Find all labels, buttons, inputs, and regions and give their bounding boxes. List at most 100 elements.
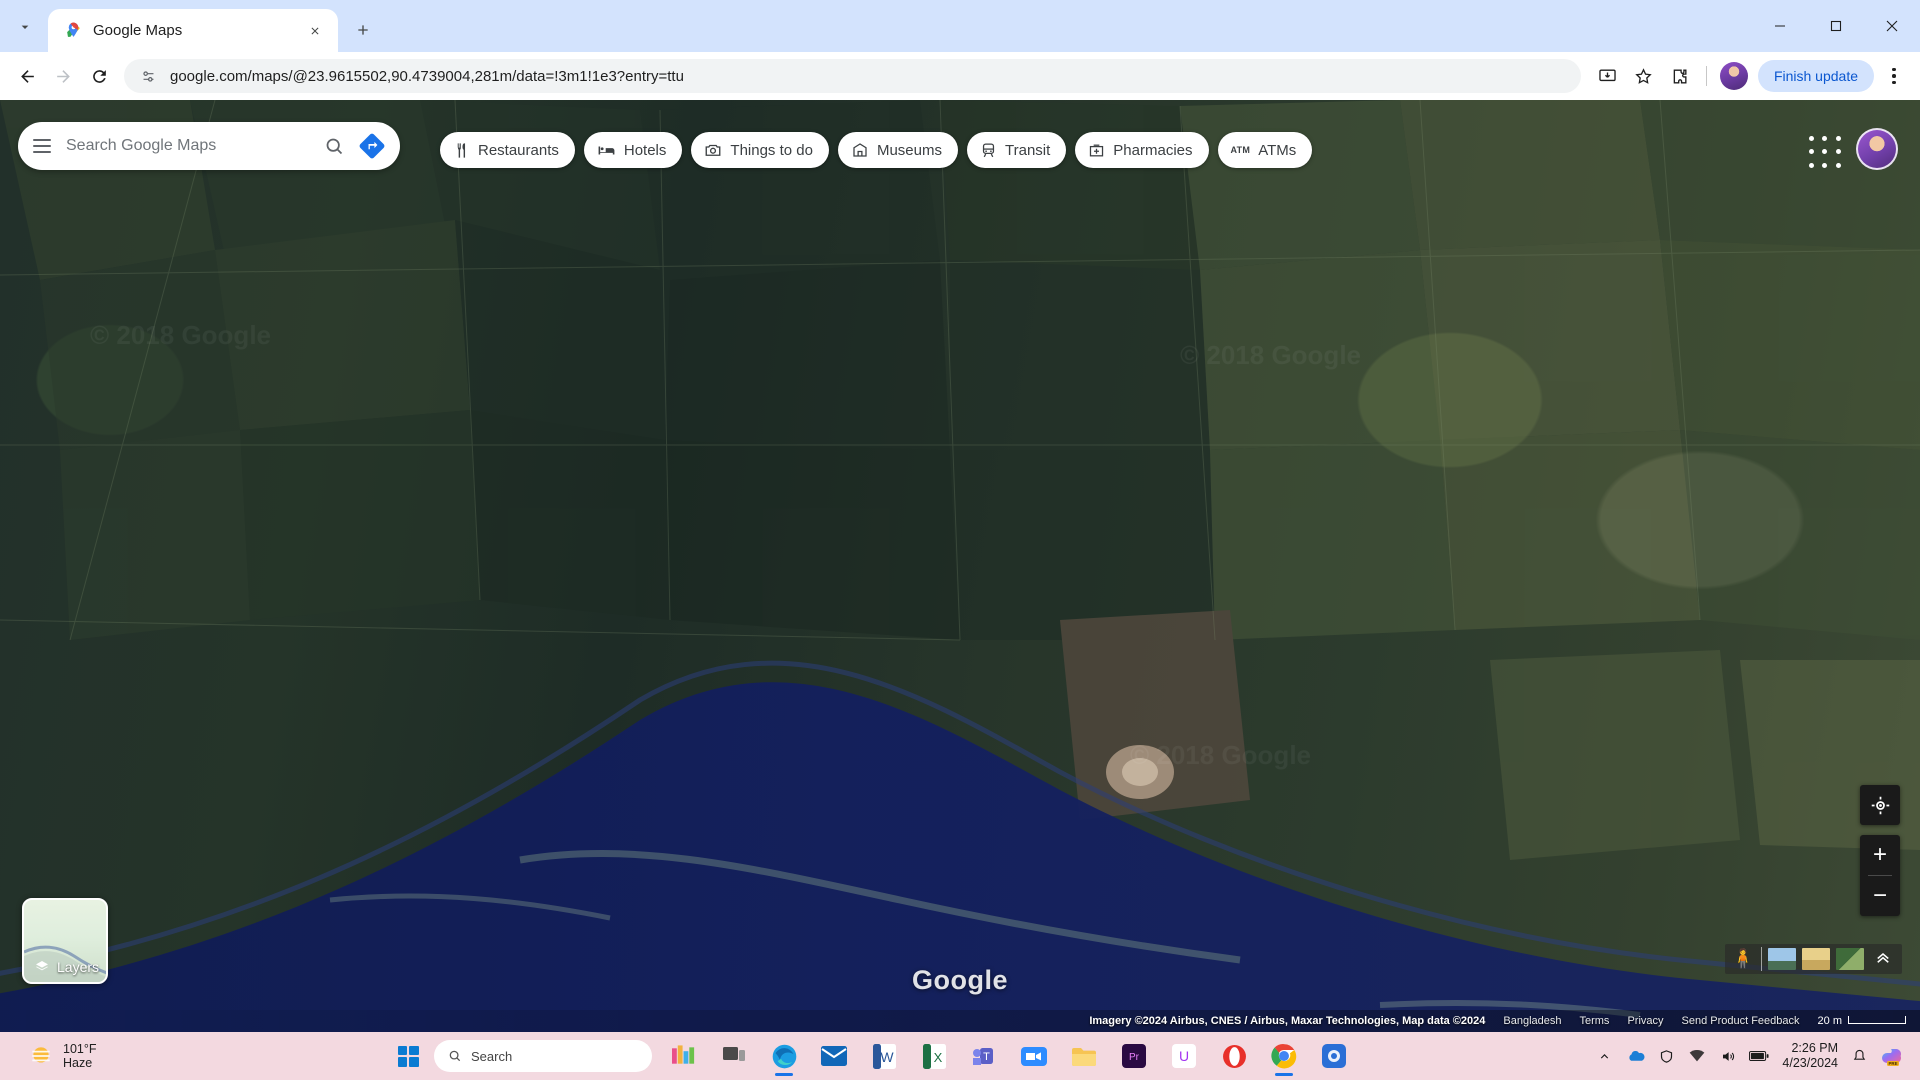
start-button[interactable] <box>388 1036 428 1076</box>
battery-icon[interactable] <box>1749 1046 1769 1066</box>
browser-tab[interactable]: Google Maps <box>48 9 338 52</box>
zoom-in-button[interactable]: + <box>1860 835 1900 875</box>
maps-search-bar[interactable] <box>18 122 400 170</box>
forward-arrow-icon[interactable] <box>46 59 80 93</box>
new-tab-button[interactable] <box>346 13 380 47</box>
scale-bar-line <box>1848 1015 1906 1024</box>
category-chips: Restaurants Hotels Things to do Museums … <box>440 132 1313 168</box>
bookmark-star-icon[interactable] <box>1627 59 1661 93</box>
chip-transit[interactable]: Transit <box>967 132 1067 168</box>
weather-widget[interactable]: 101°F Haze <box>0 1042 230 1071</box>
install-app-icon[interactable] <box>1591 59 1625 93</box>
word-icon[interactable]: W <box>862 1034 906 1078</box>
chip-label: Restaurants <box>478 141 559 159</box>
opera-browser-icon[interactable] <box>1212 1034 1256 1078</box>
chip-pharmacies[interactable]: Pharmacies <box>1075 132 1209 168</box>
terrain-overlay <box>0 100 1920 1032</box>
file-explorer-icon[interactable] <box>1062 1034 1106 1078</box>
premiere-pro-icon[interactable]: Pr <box>1112 1034 1156 1078</box>
atm-icon: ATM <box>1230 145 1251 155</box>
chip-label: ATMs <box>1258 141 1297 159</box>
attribution-link-terms[interactable]: Terms <box>1579 1015 1609 1027</box>
search-input[interactable] <box>66 137 316 155</box>
mail-icon[interactable] <box>812 1034 856 1078</box>
copilot-icon[interactable]: PRE <box>1880 1043 1906 1069</box>
attribution-link-bangladesh[interactable]: Bangladesh <box>1503 1015 1561 1027</box>
maximize-button[interactable] <box>1808 0 1864 52</box>
google-apps-grid-icon[interactable] <box>1805 132 1845 172</box>
site-settings-icon[interactable] <box>138 66 158 86</box>
attribution-bar: Imagery ©2024 Airbus, CNES / Airbus, Max… <box>0 1010 1920 1032</box>
excel-icon[interactable]: X <box>912 1034 956 1078</box>
account-avatar[interactable] <box>1856 128 1898 170</box>
volume-icon[interactable] <box>1718 1046 1738 1066</box>
zoom-icon[interactable] <box>1012 1034 1056 1078</box>
svg-text:U: U <box>1179 1048 1189 1064</box>
taskbar-search[interactable]: Search <box>434 1040 652 1072</box>
search-icon[interactable] <box>316 128 352 164</box>
map-viewport[interactable]: © 2018 Google © 2018 Google © 2018 Googl… <box>0 100 1920 1032</box>
taskbar-clock[interactable]: 2:26 PM 4/23/2024 <box>1782 1041 1838 1071</box>
tab-search-chevron-icon[interactable] <box>8 10 42 44</box>
layers-stack-icon <box>36 961 48 971</box>
onedrive-icon[interactable] <box>1625 1046 1645 1066</box>
chip-museums[interactable]: Museums <box>837 132 958 168</box>
profile-avatar[interactable] <box>1719 62 1748 90</box>
weather-text: 101°F Haze <box>63 1042 97 1071</box>
pegman-street-view-icon[interactable]: 🧍 <box>1731 950 1755 969</box>
attribution-link-feedback[interactable]: Send Product Feedback <box>1682 1015 1800 1027</box>
chip-label: Things to do <box>730 141 813 159</box>
address-bar[interactable]: google.com/maps/@23.9615502,90.4739004,2… <box>124 59 1581 93</box>
imagery-thumb-sky[interactable] <box>1768 948 1796 970</box>
notification-bell-icon[interactable] <box>1849 1046 1869 1066</box>
layers-label-row: Layers <box>24 952 106 982</box>
chip-atms[interactable]: ATM ATMs <box>1217 132 1313 168</box>
camera-icon <box>705 144 721 156</box>
imagery-attribution: Imagery ©2024 Airbus, CNES / Airbus, Max… <box>1089 1015 1486 1027</box>
close-window-button[interactable] <box>1864 0 1920 52</box>
zoom-out-button[interactable]: − <box>1860 876 1900 916</box>
expand-chevrons-icon[interactable] <box>1870 948 1896 971</box>
chip-hotels[interactable]: Hotels <box>583 132 683 168</box>
ghost-watermark: © 2018 Google <box>90 320 271 350</box>
my-location-icon[interactable] <box>1860 785 1900 825</box>
svg-text:T: T <box>983 1051 990 1063</box>
teams-icon[interactable]: T <box>962 1034 1006 1078</box>
attribution-link-privacy[interactable]: Privacy <box>1627 1015 1663 1027</box>
finish-update-button[interactable]: Finish update <box>1757 60 1874 92</box>
hotel-bed-icon <box>598 146 615 154</box>
imagery-thumb-terrain[interactable] <box>1836 948 1864 970</box>
reload-icon[interactable] <box>82 59 116 93</box>
layers-button[interactable]: Layers <box>22 898 108 984</box>
widgets-icon[interactable] <box>662 1034 706 1078</box>
toolbar-divider <box>1705 66 1707 86</box>
svg-text:X: X <box>933 1050 942 1065</box>
chrome-browser-icon[interactable] <box>1262 1034 1306 1078</box>
security-icon[interactable] <box>1656 1046 1676 1066</box>
tab-close-icon[interactable] <box>304 20 326 42</box>
directions-icon[interactable] <box>354 128 390 164</box>
show-hidden-icons-icon[interactable] <box>1594 1046 1614 1066</box>
hamburger-menu-icon[interactable] <box>18 122 66 170</box>
back-arrow-icon[interactable] <box>10 59 44 93</box>
chip-things-to-do[interactable]: Things to do <box>691 132 829 168</box>
chip-label: Pharmacies <box>1113 141 1193 159</box>
photos-icon[interactable] <box>1312 1034 1356 1078</box>
network-icon[interactable] <box>1687 1046 1707 1066</box>
minimize-button[interactable] <box>1752 0 1808 52</box>
udemy-icon[interactable]: U <box>1162 1034 1206 1078</box>
system-tray: 2:26 PM 4/23/2024 PRE <box>1594 1041 1920 1071</box>
edge-browser-icon[interactable] <box>762 1034 806 1078</box>
layers-label: Layers <box>57 959 100 975</box>
extensions-puzzle-icon[interactable] <box>1663 59 1697 93</box>
svg-text:PRE: PRE <box>1888 1061 1897 1066</box>
browser-toolbar: google.com/maps/@23.9615502,90.4739004,2… <box>0 52 1920 100</box>
museum-icon <box>853 143 867 157</box>
task-view-icon[interactable] <box>712 1034 756 1078</box>
windows-logo-icon <box>397 1045 419 1067</box>
imagery-thumb-field[interactable] <box>1802 948 1830 970</box>
chip-restaurants[interactable]: Restaurants <box>440 132 575 168</box>
three-dot-menu-icon[interactable] <box>1878 60 1910 92</box>
street-view-and-imagery-bar: 🧍 <box>1725 944 1902 974</box>
google-maps-pin-icon <box>64 21 83 40</box>
